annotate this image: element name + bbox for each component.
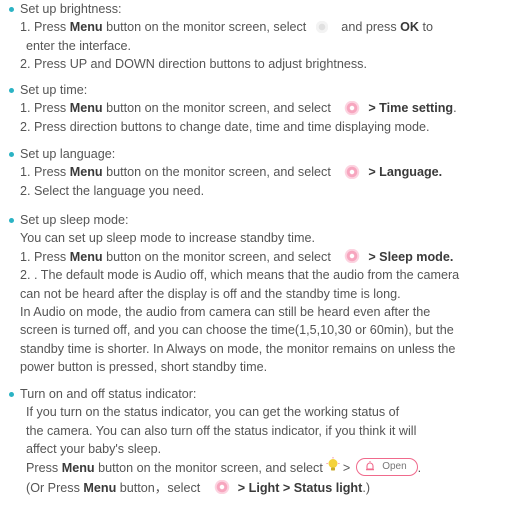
open-toggle: Open — [356, 458, 418, 477]
menu-path: > Sleep mode. — [368, 249, 454, 264]
step-1: 1. Press Menu button on the monitor scre… — [20, 249, 454, 264]
section-title: Set up brightness: — [0, 0, 522, 18]
step-1: 1. Press Menu button on the monitor scre… — [20, 20, 434, 35]
section-brightness: Set up brightness: 1. Press Menu button … — [0, 0, 522, 74]
gear-icon — [342, 165, 363, 180]
step-2: 2. Select the language you need. — [20, 183, 205, 198]
menu-path: > Language. — [368, 165, 443, 180]
menu-term: Menu — [69, 249, 103, 264]
gear-icon — [211, 480, 232, 495]
section-title: Set up language: — [0, 145, 522, 163]
section-title: Set up sleep mode: — [0, 211, 522, 229]
paragraph-line: power button is pressed, short standby t… — [20, 360, 268, 375]
step-2: 2. Press direction buttons to change dat… — [20, 119, 430, 134]
menu-instruction: Press Menu button on the monitor screen,… — [0, 457, 522, 479]
step-1: 1. Press Menu button on the monitor scre… — [20, 165, 443, 180]
gear-icon — [342, 249, 363, 264]
section-language: Set up language: 1. Press Menu button on… — [0, 145, 522, 200]
menu-path: > Light > Status light — [237, 480, 363, 495]
menu-term: Menu — [61, 460, 95, 475]
menu-term: Menu — [69, 165, 103, 180]
section-sleep-mode: Set up sleep mode: You can set up sleep … — [0, 211, 522, 377]
alarm-light-icon — [366, 460, 375, 470]
section-title: Set up time: — [0, 81, 522, 99]
ok-term: OK — [400, 20, 420, 35]
paragraph-line: the camera. You can also turn off the st… — [26, 423, 417, 438]
bullet-icon — [9, 218, 14, 223]
bullet-icon — [9, 152, 14, 157]
bullet-icon — [9, 7, 14, 12]
menu-term: Menu — [69, 20, 103, 35]
paragraph-line: screen is turned off, and you can choose… — [20, 323, 454, 338]
paragraph-line: If you turn on the status indicator, you… — [26, 405, 400, 420]
paragraph-line: In Audio on mode, the audio from camera … — [20, 304, 431, 319]
menu-term: Menu — [69, 101, 103, 116]
section-time: Set up time: 1. Press Menu button on the… — [0, 81, 522, 136]
paragraph-line: standby time is shorter. In Always on mo… — [20, 341, 456, 356]
paragraph-line: 2. . The default mode is Audio off, whic… — [20, 268, 460, 283]
gear-icon — [342, 101, 363, 116]
menu-term: Menu — [83, 480, 117, 495]
bulb-icon — [326, 457, 340, 471]
step-2: 2. Press UP and DOWN direction buttons t… — [20, 57, 367, 72]
bullet-icon — [9, 88, 14, 93]
bullet-icon — [9, 392, 14, 397]
section-title: Turn on and off status indicator: — [0, 385, 522, 403]
paragraph-line: affect your baby's sleep. — [26, 442, 162, 457]
alternate-instruction: (Or Press Menu button，select > Light > S… — [26, 480, 371, 495]
step-1-continued: enter the interface. — [26, 38, 132, 53]
step-1: 1. Press Menu button on the monitor scre… — [20, 101, 457, 116]
intro-text: You can set up sleep mode to increase st… — [20, 231, 315, 246]
paragraph-line: can not be heard after the display is of… — [20, 286, 401, 301]
menu-path: > Time setting — [368, 101, 454, 116]
sun-icon — [315, 21, 328, 34]
section-status-indicator: Turn on and off status indicator: If you… — [0, 385, 522, 497]
